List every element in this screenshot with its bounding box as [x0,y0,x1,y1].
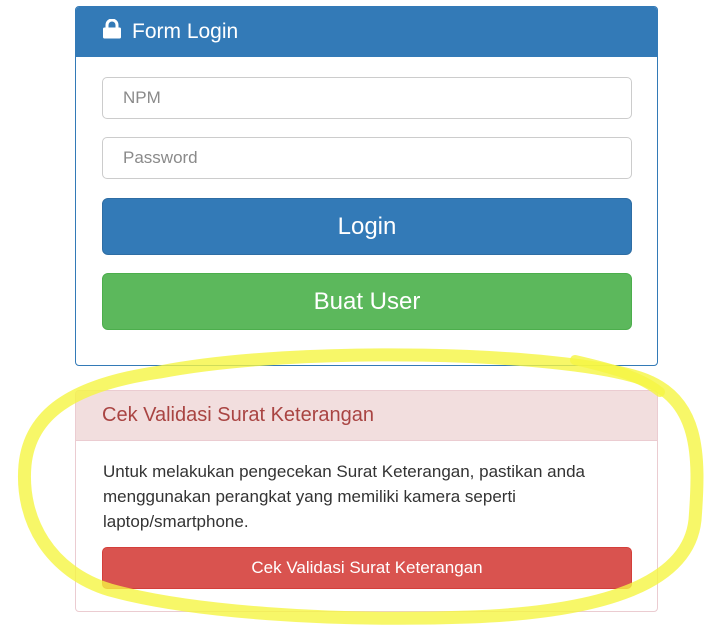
create-user-button[interactable]: Buat User [102,273,632,330]
validation-description: Untuk melakukan pengecekan Surat Keteran… [103,462,585,531]
check-validation-button[interactable]: Cek Validasi Surat Keterangan [102,547,632,589]
npm-input[interactable] [102,77,632,119]
login-button[interactable]: Login [102,198,632,255]
login-panel-header: Form Login [76,7,657,57]
lock-icon [101,18,123,45]
password-input[interactable] [102,137,632,179]
login-panel: Form Login Login Buat User [75,6,658,366]
login-panel-title: Form Login [132,20,239,43]
validation-panel-title: Cek Validasi Surat Keterangan [76,391,657,441]
validation-panel: Cek Validasi Surat Keterangan Untuk mela… [75,390,658,612]
